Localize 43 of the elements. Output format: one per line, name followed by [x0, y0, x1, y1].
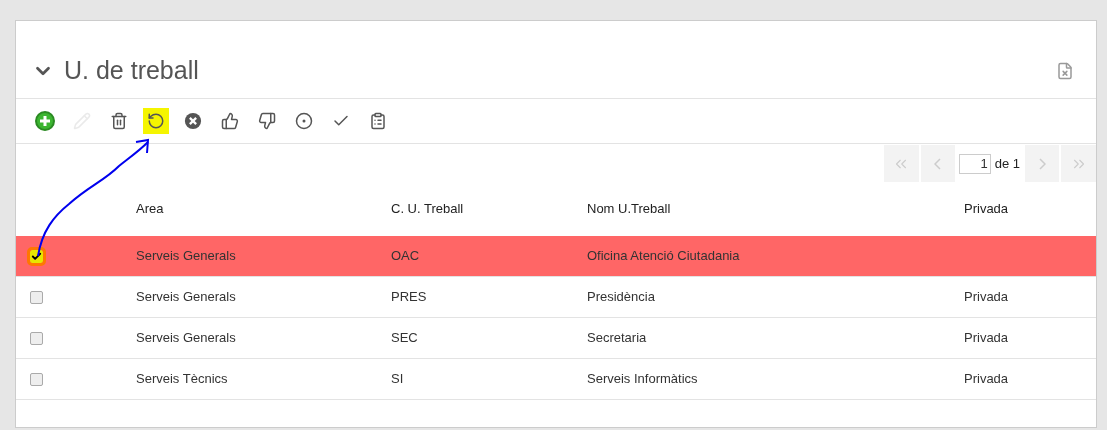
column-header[interactable]: Area: [136, 199, 391, 219]
table-cell-text: OAC: [391, 247, 421, 266]
table-row[interactable]: Serveis Generals OAC Oficina Atenció Ciutadania: [16, 236, 1096, 277]
row-checkbox[interactable]: [30, 290, 43, 304]
chevron-right-icon: [1038, 157, 1046, 170]
table-cell-text: SEC: [391, 329, 419, 348]
column-header[interactable]: Privada: [964, 199, 1096, 219]
panel-title: U. de treball: [64, 54, 199, 86]
add-icon: [35, 111, 55, 131]
clipboard-icon: [369, 112, 387, 130]
cancel-icon: [184, 112, 202, 130]
table-cell-text: Serveis Tècnics: [136, 370, 229, 389]
table-cell-text: PRES: [391, 288, 428, 307]
row-checkbox[interactable]: [30, 249, 43, 263]
table-cell-text: SI: [391, 370, 405, 389]
table-cell-text: Privada: [964, 329, 1010, 348]
page-count: de 1: [994, 154, 1020, 173]
column-header[interactable]: Nom U.Treball: [587, 199, 964, 219]
row-checkbox[interactable]: [30, 331, 43, 345]
page-field[interactable]: 1: [958, 153, 991, 174]
table-cell-text: Serveis Generals: [136, 288, 237, 307]
table-cell-text: Oficina Atenció Ciutadania: [587, 247, 741, 266]
toolbar-button[interactable]: [32, 108, 58, 134]
trash-icon: [110, 112, 128, 130]
table-cell-text: Serveis Generals: [136, 329, 237, 348]
row-checkbox[interactable]: [30, 372, 43, 386]
table-cell-text: Privada: [964, 288, 1010, 307]
table-cell-text: Presidència: [587, 288, 656, 307]
thumbs-down-icon: [258, 112, 276, 130]
table-row[interactable]: Serveis Generals SEC Secretaria Privada: [16, 318, 1096, 359]
table-row[interactable]: Serveis Generals PRES Presidència Privada: [16, 277, 1096, 318]
table-row[interactable]: Serveis Tècnics SI Serveis Informàtics Privada: [16, 359, 1096, 400]
column-header[interactable]: C. U. Treball: [391, 199, 587, 219]
toolbar-button[interactable]: [143, 108, 169, 134]
export-file-icon[interactable]: [1056, 61, 1074, 80]
circle-dot-icon: [295, 112, 313, 130]
chevron-left-icon: [934, 157, 942, 170]
table-cell-text: Privada: [964, 370, 1010, 389]
undo-icon: [147, 112, 165, 130]
table-cell-text: Serveis Generals: [136, 247, 237, 266]
table-cell-text: Secretaria: [587, 329, 648, 348]
table-cell-text: Serveis Informàtics: [587, 370, 699, 389]
thumbs-up-icon: [221, 112, 239, 130]
